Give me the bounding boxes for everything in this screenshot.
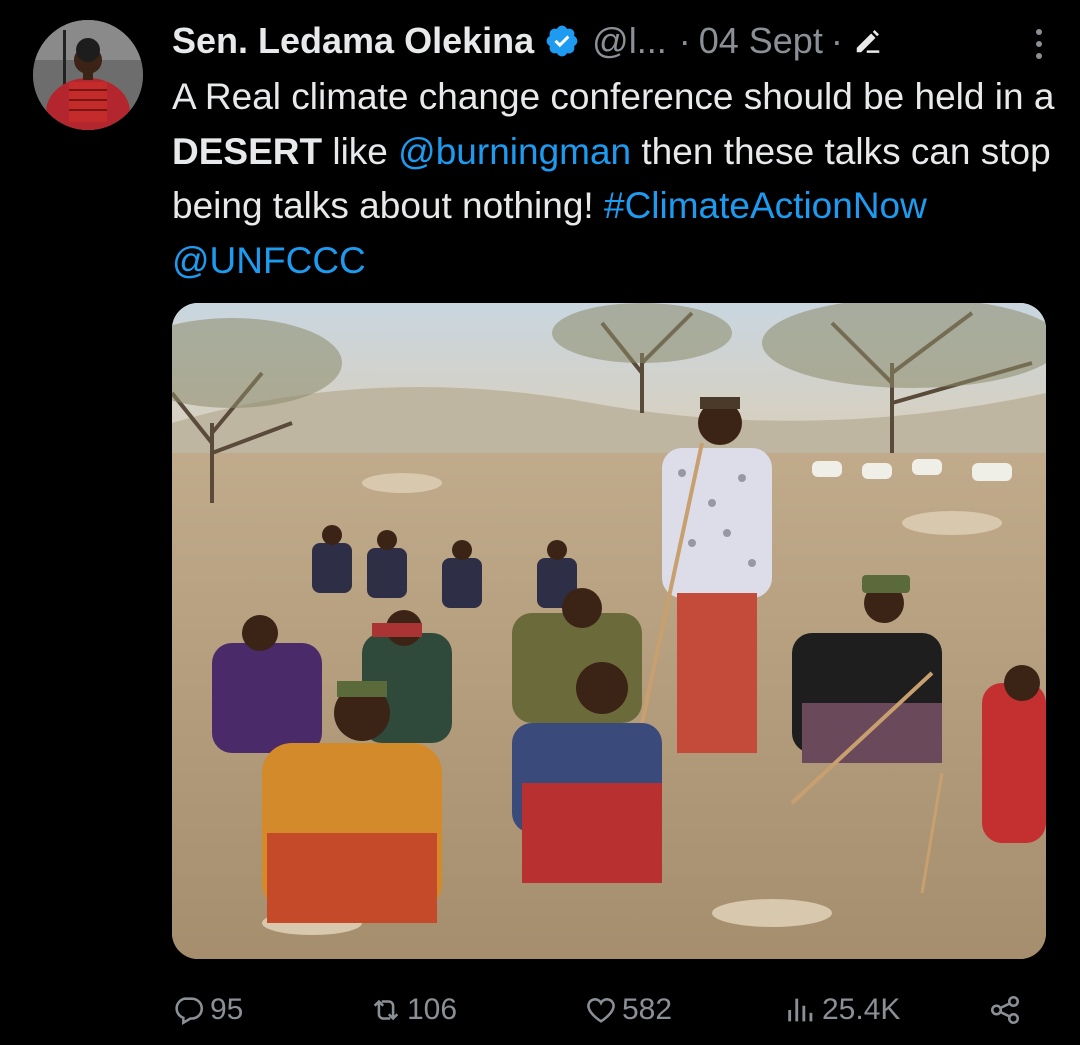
repost-icon xyxy=(373,999,399,1021)
tweet-text-emphasis: DESERT xyxy=(172,130,323,172)
tweet-text-part: like xyxy=(322,130,399,172)
photo-desert-gathering xyxy=(172,303,1046,959)
avatar[interactable] xyxy=(33,20,143,130)
post-date[interactable]: 04 Sept xyxy=(699,20,823,62)
tweet-photo[interactable] xyxy=(172,303,1046,959)
tweet-action-bar: 95 106 582 25.4K xyxy=(172,985,1032,1035)
like-count: 582 xyxy=(622,993,673,1026)
repost-button[interactable]: 106 xyxy=(369,985,457,1035)
tweet-header: Sen. Ledama Olekina @l... · 04 Sept · xyxy=(172,16,1052,66)
verified-badge-icon xyxy=(546,25,578,57)
author-name[interactable]: Sen. Ledama Olekina xyxy=(172,20,534,62)
views-button[interactable]: 25.4K xyxy=(784,985,900,1035)
like-button[interactable]: 582 xyxy=(584,985,672,1035)
heart-icon xyxy=(587,998,615,1023)
separator-dot: · xyxy=(830,20,843,61)
separator-dot: · xyxy=(678,20,691,61)
share-icon xyxy=(990,995,1020,1025)
share-button[interactable] xyxy=(988,985,1026,1035)
more-vertical-icon[interactable] xyxy=(1032,24,1046,64)
views-bar-icon xyxy=(788,998,813,1022)
author-handle[interactable]: @l... xyxy=(592,20,667,62)
views-count: 25.4K xyxy=(822,993,901,1026)
mention-link-burningman[interactable]: @burningman xyxy=(398,131,631,172)
reply-count: 95 xyxy=(210,993,244,1026)
avatar-photo xyxy=(33,20,143,130)
reply-icon xyxy=(175,997,204,1026)
hashtag-link[interactable]: #ClimateActionNow xyxy=(604,185,927,226)
edit-pencil-icon[interactable] xyxy=(853,26,883,56)
reply-button[interactable]: 95 xyxy=(172,985,243,1035)
repost-count: 106 xyxy=(407,993,458,1026)
tweet-text: A Real climate change conference should … xyxy=(172,70,1062,288)
tweet-text-part: A Real climate change conference should … xyxy=(172,76,1055,117)
mention-link-unfccc[interactable]: @UNFCCC xyxy=(172,240,366,281)
